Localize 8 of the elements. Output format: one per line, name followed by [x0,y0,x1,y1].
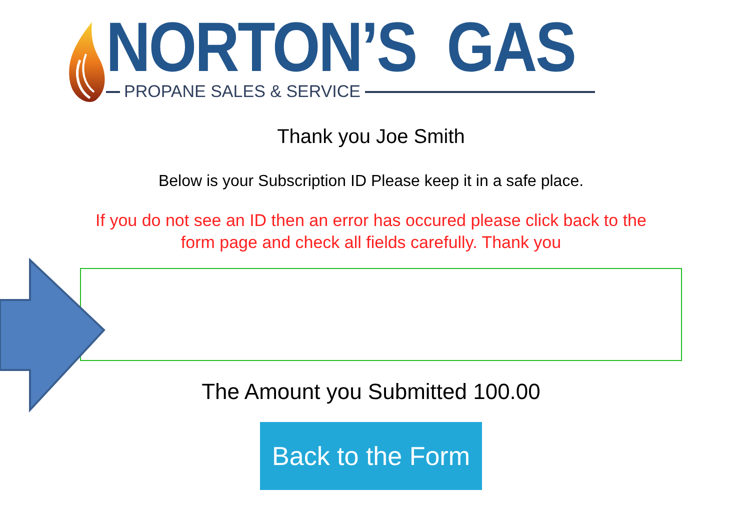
back-button[interactable]: Back to the Form [260,422,482,490]
logo-tagline: PROPANE SALES & SERVICE [124,82,361,102]
greeting: Thank you Joe Smith [277,125,465,150]
arrow-icon [0,258,106,414]
logo-title: NORTON’S GAS [106,14,576,80]
instruction-text: Below is your Subscription ID Please keep it in a safe place. [158,172,584,192]
amount-text: The Amount you Submitted 100.00 [202,378,540,406]
error-notice: If you do not see an ID then an error has occured please click back to the form page and check all fields carefully. Thank you [94,210,648,254]
